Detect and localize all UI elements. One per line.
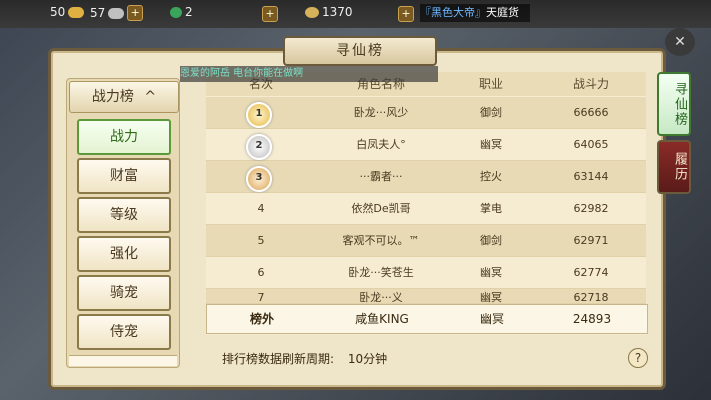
table-row[interactable]: 3 ···霸者··· 控火 63144 bbox=[206, 161, 646, 193]
player-power: 66666 bbox=[573, 106, 609, 119]
news-ticker: 『黑色大帝』天庭货 bbox=[420, 4, 530, 22]
player-power: 62982 bbox=[573, 202, 609, 215]
refresh-cycle: 排行榜数据刷新周期: 10分钟 bbox=[222, 350, 397, 367]
table-row[interactable]: 6 卧龙···笑苍生 幽冥 62774 bbox=[206, 257, 646, 289]
header-job: 职业 bbox=[478, 77, 503, 91]
player-job: 控火 bbox=[480, 170, 502, 183]
jade-icon bbox=[170, 6, 182, 18]
player-job: 御剑 bbox=[480, 234, 502, 247]
player-power: 62774 bbox=[573, 266, 609, 279]
broadcast-notification: 恩爱的阿岳 电台你能在做啊 bbox=[180, 66, 438, 82]
refresh-cycle-value: 10分钟 bbox=[347, 352, 388, 366]
player-rank: 4 bbox=[257, 202, 265, 215]
category-level-button[interactable]: 等级 bbox=[77, 197, 171, 233]
add-coin-button[interactable]: + bbox=[398, 6, 414, 22]
coin-icon bbox=[305, 6, 319, 18]
panel-title: 寻仙榜 bbox=[283, 36, 437, 66]
coin-amount: 1370 bbox=[322, 5, 353, 19]
close-icon[interactable]: ✕ bbox=[665, 28, 695, 56]
player-name: ···霸者··· bbox=[359, 170, 403, 183]
player-rank: 6 bbox=[257, 266, 265, 279]
category-sidebar: 战力榜 ^ 战力 财富 等级 强化 骑宠 侍宠 bbox=[66, 78, 180, 368]
resource-bar: 50 57 + 2 + 1370 + 『黑色大帝』天庭货 bbox=[0, 0, 711, 28]
player-rank: 5 bbox=[257, 234, 265, 247]
player-power: 63144 bbox=[573, 170, 609, 183]
refresh-cycle-label: 排行榜数据刷新周期: bbox=[222, 352, 335, 366]
player-power: 62718 bbox=[573, 291, 609, 304]
player-job: 幽冥 bbox=[480, 291, 502, 304]
tab-history[interactable]: 履历 bbox=[657, 140, 691, 194]
header-power: 战斗力 bbox=[572, 77, 609, 91]
jade-amount: 2 bbox=[185, 5, 193, 19]
player-rank: 7 bbox=[257, 291, 265, 304]
player-job: 掌电 bbox=[480, 202, 502, 215]
gold-medal-icon: 1 bbox=[246, 102, 272, 128]
player-power: 64065 bbox=[573, 138, 609, 151]
my-rank-row: 榜外 咸鱼KING 幽冥 24893 bbox=[206, 304, 648, 334]
silver-ingot-icon bbox=[108, 7, 125, 19]
add-silver-button[interactable]: + bbox=[127, 5, 144, 21]
table-row[interactable]: 4 依然De凯哥 掌电 62982 bbox=[206, 193, 646, 225]
jade-resource: 2 bbox=[170, 5, 193, 19]
help-icon[interactable]: ? bbox=[628, 348, 648, 368]
chevron-up-icon: ^ bbox=[144, 89, 157, 105]
add-jade-button[interactable]: + bbox=[262, 6, 278, 22]
category-dropdown[interactable]: 战力榜 ^ bbox=[69, 81, 179, 113]
player-job: 御剑 bbox=[480, 106, 502, 119]
coin-resource: 1370 bbox=[305, 5, 353, 19]
player-power: 62971 bbox=[573, 234, 609, 247]
player-name: 客观不可以。™ bbox=[342, 234, 420, 247]
ranking-table: 名次 角色名称 职业 战斗力 1 卧龙···风少 御剑 66666 2 白凤夫人… bbox=[206, 72, 646, 335]
player-job: 幽冥 bbox=[480, 138, 502, 151]
news-prefix: 『黑色大帝』 bbox=[420, 6, 486, 19]
player-name: 白凤夫人° bbox=[356, 138, 406, 151]
tab-ranking[interactable]: 寻仙榜 bbox=[657, 72, 691, 136]
category-mount-button[interactable]: 骑宠 bbox=[77, 275, 171, 311]
table-row[interactable]: 2 白凤夫人° 幽冥 64065 bbox=[206, 129, 646, 161]
category-wealth-button[interactable]: 财富 bbox=[77, 158, 171, 194]
silver-amount: 57 bbox=[90, 6, 106, 20]
player-name: 依然De凯哥 bbox=[351, 202, 411, 215]
sidebar-scroll-end bbox=[69, 355, 177, 366]
category-dropdown-label: 战力榜 bbox=[91, 89, 134, 105]
table-row[interactable]: 5 客观不可以。™ 御剑 62971 bbox=[206, 225, 646, 257]
table-row[interactable]: 1 卧龙···风少 御剑 66666 bbox=[206, 97, 646, 129]
my-name: 咸鱼KING bbox=[355, 312, 409, 326]
category-pet-button[interactable]: 侍宠 bbox=[77, 314, 171, 350]
bronze-medal-icon: 3 bbox=[246, 166, 272, 192]
table-row[interactable]: 7 卧龙···义 幽冥 62718 bbox=[206, 289, 646, 304]
news-text: 天庭货 bbox=[486, 6, 519, 19]
gold-resource: 50 bbox=[50, 5, 85, 19]
gold-amount: 50 bbox=[50, 5, 66, 19]
category-power-button[interactable]: 战力 bbox=[77, 119, 171, 155]
gold-ingot-icon bbox=[68, 6, 85, 18]
category-enhance-button[interactable]: 强化 bbox=[77, 236, 171, 272]
my-rank: 榜外 bbox=[249, 312, 274, 326]
silver-medal-icon: 2 bbox=[246, 134, 272, 160]
player-name: 卧龙···笑苍生 bbox=[348, 266, 414, 279]
my-job: 幽冥 bbox=[479, 312, 504, 326]
player-name: 卧龙···风少 bbox=[353, 106, 409, 119]
player-name: 卧龙···义 bbox=[359, 291, 403, 304]
player-job: 幽冥 bbox=[480, 266, 502, 279]
silver-resource: 57 + bbox=[90, 5, 144, 21]
my-power: 24893 bbox=[572, 312, 612, 326]
